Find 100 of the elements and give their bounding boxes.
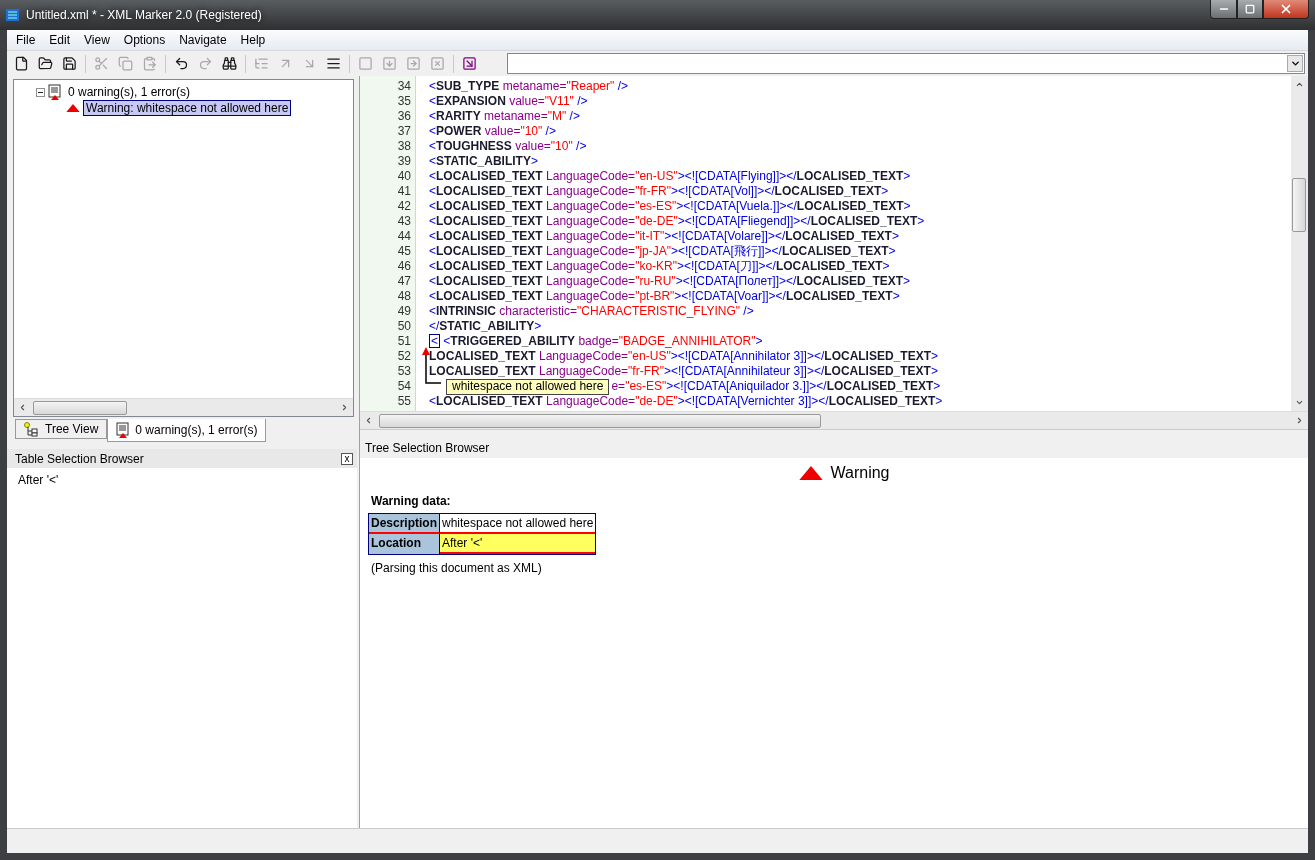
code-line: <POWER value="10" />	[429, 124, 557, 139]
scroll-thumb[interactable]	[1292, 178, 1306, 232]
menu-item[interactable]: Help	[233, 33, 273, 47]
redo-icon	[198, 56, 213, 71]
line-number: 51	[396, 334, 412, 349]
square-icon	[358, 56, 373, 71]
app-icon	[6, 8, 20, 22]
line-number: 37	[396, 124, 412, 139]
document-warning-icon	[48, 84, 62, 100]
line-number: 34	[396, 79, 412, 94]
line-number: 44	[396, 229, 412, 244]
open-folder-icon	[38, 56, 53, 71]
save-icon	[62, 56, 77, 71]
vertical-scrollbar[interactable]	[1291, 76, 1308, 411]
line-number: 36	[396, 109, 412, 124]
code-line: <LOCALISED_TEXT LanguageCode="ru-RU"><![CDATA[Полет]]></LOCALISED_TEXT>	[429, 274, 912, 289]
document-warning-icon	[116, 422, 131, 438]
scroll-thumb[interactable]	[379, 414, 821, 428]
dropdown-button[interactable]	[1287, 55, 1303, 72]
code-line: <STATIC_ABILITY>	[429, 154, 539, 169]
code-line: <LOCALISED_TEXT LanguageCode="it-IT"><![CDATA[Volare]]></LOCALISED_TEXT>	[429, 229, 900, 244]
lines-icon	[326, 56, 341, 71]
menu-item[interactable]: View	[77, 33, 117, 47]
code-line: <LOCALISED_TEXT LanguageCode="ko-KR"><![CDATA[刀]]></LOCALISED_TEXT>	[429, 259, 891, 274]
undo-icon	[174, 56, 189, 71]
code-editor[interactable]	[416, 76, 1291, 411]
code-line: <TOUGHNESS value="10" />	[429, 139, 588, 154]
window-title: Untitled.xml * - XML Marker 2.0 (Registered)	[26, 8, 263, 22]
code-line: <LOCALISED_TEXT LanguageCode="de-DE"><![CDATA[Fliegend]]></LOCALISED_TEXT>	[429, 214, 926, 229]
horizontal-scrollbar[interactable]	[360, 411, 1308, 429]
table-cell: After '<'	[440, 534, 596, 554]
menu-item[interactable]: Edit	[42, 33, 78, 47]
warning-heading: Warning	[830, 464, 890, 482]
square-x-icon	[430, 56, 445, 71]
tree-icon	[254, 56, 269, 71]
tab[interactable]: Tree View	[15, 419, 108, 439]
panel-title: Table Selection Browser	[15, 451, 144, 466]
close-button[interactable]: x	[341, 452, 353, 465]
tree-structure-icon	[24, 421, 40, 437]
scroll-thumb[interactable]	[33, 401, 127, 415]
line-number: 53	[396, 364, 412, 379]
code-line: <LOCALISED_TEXT LanguageCode="pt-BR"><![CDATA[Voar]]></LOCALISED_TEXT>	[429, 289, 901, 304]
warning-triangle-icon	[66, 103, 80, 113]
location-text: After '<'	[18, 473, 59, 487]
code-line: <LOCALISED_TEXT LanguageCode="en-US"><![CDATA[Flying]]></LOCALISED_TEXT>	[429, 169, 912, 184]
section-title: Warning data:	[371, 494, 451, 508]
line-number: 49	[396, 304, 412, 319]
minimize-button[interactable]	[1210, 0, 1237, 19]
close-button[interactable]	[1263, 0, 1309, 19]
code-line: <SUB_TYPE metaname="Reaper" />	[429, 79, 629, 94]
line-number: 39	[396, 154, 412, 169]
table-header-cell: Location	[369, 534, 440, 554]
code-line: <LOCALISED_TEXT LanguageCode="de-DE"><![CDATA[Vernichter 3]]></LOCALISED_TEXT>	[429, 394, 944, 409]
tree-item[interactable]: Warning: whitespace not allowed here	[83, 100, 292, 116]
line-number: 43	[396, 214, 412, 229]
table-header-cell: Description	[369, 514, 440, 534]
maximize-button[interactable]	[1237, 0, 1263, 19]
line-number: 40	[396, 169, 412, 184]
line-number: 45	[396, 244, 412, 259]
copy-icon	[118, 56, 133, 71]
menu-item[interactable]: Options	[116, 33, 173, 47]
line-number: 46	[396, 259, 412, 274]
parsing-note: (Parsing this document as XML)	[371, 561, 542, 575]
line-number: 50	[396, 319, 412, 334]
code-line: <LOCALISED_TEXT LanguageCode="jp-JA"><![CDATA[飛行]]></LOCALISED_TEXT>	[429, 244, 897, 259]
line-number: 38	[396, 139, 412, 154]
new-file-icon	[14, 56, 29, 71]
tree-item[interactable]: 0 warning(s), 1 error(s)	[65, 84, 194, 100]
code-line: < <TRIGGERED_ABILITY badge="BADGE_ANNIHILATOR">	[429, 334, 1291, 349]
line-number: 48	[396, 289, 412, 304]
tab[interactable]: 0 warning(s), 1 error(s)	[107, 419, 267, 442]
code-line: <INTRINSIC characteristic="CHARACTERISTIC_FLYING" />	[429, 304, 755, 319]
goto-icon	[462, 56, 477, 71]
horizontal-scrollbar[interactable]	[14, 398, 353, 416]
maximize-icon	[1245, 4, 1255, 14]
code-line: <RARITY metaname="M" />	[429, 109, 581, 124]
warning-triangle-icon	[798, 465, 823, 481]
menu-item[interactable]: File	[9, 33, 43, 47]
code-line: LOCALISED_TEXT LanguageCode="en-US"><![CDATA[Annihilator 3]]></LOCALISED_TEXT>	[429, 349, 939, 364]
code-line: LOCALISED_TEXT LanguageCode="fr-FR"><![CDATA[Annihilateur 3]]></LOCALISED_TEXT>	[429, 364, 939, 379]
code-line: <LOCALISED_TEXT LanguageCode="fr-FR"><![CDATA[Vol]]></LOCALISED_TEXT>	[429, 184, 890, 199]
caret-icon	[1289, 58, 1301, 69]
line-number: 55	[396, 394, 412, 409]
combo-box[interactable]	[507, 53, 1305, 74]
close-icon	[1279, 2, 1293, 16]
error-tooltip: whitespace not allowed here	[446, 379, 610, 395]
line-number: 54	[396, 379, 412, 394]
line-number: 52	[396, 349, 412, 364]
code-line: whitespace not allowed here e="es-ES"><![CDATA[Aniquilador 3.]]></LOCALISED_TEXT>	[429, 379, 1291, 394]
collapse-icon[interactable]	[36, 87, 45, 97]
line-number: 47	[396, 274, 412, 289]
code-line: <EXPANSION value="V11" />	[429, 94, 589, 109]
line-number: 35	[396, 94, 412, 109]
menu-item[interactable]: Navigate	[172, 33, 234, 47]
binoculars-icon	[222, 56, 237, 71]
paste-icon	[142, 56, 157, 71]
panel-title: Tree Selection Browser	[365, 441, 490, 455]
line-number: 42	[396, 199, 412, 214]
cut-icon	[94, 56, 109, 71]
code-line: <LOCALISED_TEXT LanguageCode="es-ES"><![CDATA[Vuela.]]></LOCALISED_TEXT>	[429, 199, 912, 214]
